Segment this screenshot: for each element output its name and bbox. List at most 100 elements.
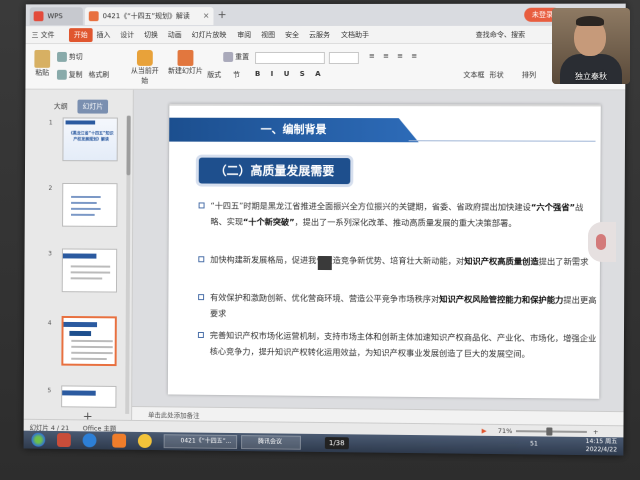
participant-name: 独立秦秋 <box>575 72 607 81</box>
thumb-line <box>70 271 111 274</box>
webcam-person-hair <box>576 16 604 26</box>
thumb-banner <box>62 390 96 396</box>
floating-mic-widget[interactable] <box>588 222 616 262</box>
font-size-select[interactable] <box>328 51 359 65</box>
cut-label: 剪切 <box>68 52 83 61</box>
bullet-4: 完善知识产权市场化运营机制，支持市场主体和创新主体加速知识产权商品化、产业化、市… <box>197 327 597 362</box>
font-family-select[interactable] <box>255 51 325 64</box>
bullet-text: 加快构建新发展格局，促进我省塑造竞争新优势、培育壮大新动能，对 <box>210 254 465 266</box>
menu-animation[interactable]: 动画 <box>168 30 182 40</box>
new-slide-button[interactable]: 新建幻灯片 <box>168 49 204 76</box>
new-tab-button[interactable]: + <box>217 8 226 21</box>
reset-button[interactable]: 重置 <box>223 51 250 62</box>
copy-button[interactable]: 复制 <box>56 69 83 80</box>
menu-doc-assistant[interactable]: 文档助手 <box>341 30 369 40</box>
paragraph-format-group[interactable]: ≡ ≡ ≡ ≡ <box>369 52 420 60</box>
thumb-line <box>71 339 113 343</box>
text-format-group[interactable]: B I U S A <box>255 70 325 78</box>
app-icon[interactable] <box>56 433 71 448</box>
format-painter-button[interactable]: 格式刷 <box>88 70 109 80</box>
menu-transition[interactable]: 切换 <box>144 30 158 40</box>
webcam-overlay[interactable]: 独立秦秋 <box>552 8 630 84</box>
slide-thumbnail-5[interactable] <box>61 385 117 408</box>
shape-button[interactable]: 形状 <box>490 70 504 80</box>
menu-slideshow[interactable]: 幻灯片放映 <box>192 30 227 40</box>
command-search[interactable]: 查找命令、搜索 <box>476 30 526 40</box>
slide-thumbnail-3[interactable] <box>61 248 118 293</box>
layout-label: 版式 <box>207 70 222 79</box>
menu-view[interactable]: 视图 <box>261 30 275 40</box>
textbox-button[interactable]: 文本框 <box>463 70 484 80</box>
zoom-slider-knob[interactable] <box>546 427 553 436</box>
section-title: 一、编制背景 <box>260 122 327 137</box>
format-painter-label: 格式刷 <box>88 70 110 79</box>
play-from-current-button[interactable]: 从当前开始 <box>128 49 162 86</box>
slide-thumbnail-2[interactable] <box>62 182 118 227</box>
thumb-line <box>71 357 107 361</box>
microphone-icon <box>596 234 606 250</box>
slide-thumbnail-4[interactable] <box>61 315 117 367</box>
play-from-current-label: 从当前开始 <box>130 66 159 85</box>
scrollbar-thumb[interactable] <box>126 115 131 176</box>
reset-label: 重置 <box>235 52 250 61</box>
thumbnail-scrollbar[interactable] <box>125 115 131 414</box>
menu-bar: 三 文件 开始 插入 设计 切换 动画 幻灯片放映 审阅 视图 安全 云服务 文… <box>25 25 626 45</box>
system-clock[interactable]: 14:15 周五 2022/4/22 <box>586 438 618 454</box>
slide-thumbnail-1[interactable]: 《黑龙江省“十四五”知识产权发展规划》解读 <box>62 117 118 162</box>
banner-rule <box>408 140 596 142</box>
slide-canvas: 一、编制背景 （二）高质量发展需要 “十四五”时期是黑龙江省推进全面振兴全方位振… <box>132 89 626 412</box>
bullet-text: 完善知识产权市场化运营机制，支持市场主体和创新主体加速知识产权商品化、产业化、市… <box>209 330 597 359</box>
tab-document[interactable]: 0421《“十四五”规划》解读 × <box>84 7 214 26</box>
menu-design[interactable]: 设计 <box>120 30 134 40</box>
arrange-button[interactable]: 排列 <box>522 70 536 80</box>
bullet-text: “十四五”时期是黑龙江省推进全面振兴全方位振兴的关键期，省委、省政府提出加快建设 <box>210 200 531 212</box>
section-button[interactable]: 节 <box>233 70 240 80</box>
slide-top-rule <box>169 103 601 107</box>
menu-cloud[interactable]: 云服务 <box>309 30 330 40</box>
tab-wps-home[interactable]: WPS <box>29 7 83 26</box>
close-icon[interactable]: × <box>203 7 210 25</box>
copy-label: 复制 <box>68 70 83 79</box>
menu-review[interactable]: 审阅 <box>237 30 251 40</box>
screen: WPS 0421《“十四五”规划》解读 × + 未登录 三 文件 开始 插入 设… <box>0 0 640 480</box>
ribbon-toolbar: 粘贴 剪切 复制 格式刷 从当前开始 新建幻灯片 版式 节 重置 B I U S… <box>25 43 626 91</box>
layout-button[interactable]: 版式 <box>207 70 221 80</box>
paste-label: 粘贴 <box>35 68 50 77</box>
app-icon[interactable] <box>137 433 152 449</box>
tray-count: 51 <box>530 440 538 448</box>
cut-button[interactable]: 剪切 <box>57 51 83 62</box>
ie-browser-icon[interactable] <box>82 433 97 448</box>
highlight-text: 知识产权高质量创造 <box>464 255 539 267</box>
paste-button[interactable]: 粘贴 <box>31 49 53 78</box>
taskbar-app-label: 腾讯会议 <box>258 438 282 446</box>
uc-browser-icon[interactable] <box>112 433 127 448</box>
zoom-slider[interactable] <box>515 427 587 436</box>
highlight-text: 知识产权风险管控能力和保护能力 <box>439 293 564 305</box>
notes-placeholder: 单击此处添加备注 <box>147 411 200 420</box>
zoom-in-icon[interactable]: + <box>593 428 599 436</box>
highlight-text: “六个强省” <box>530 201 576 213</box>
bullet-marker <box>197 331 204 339</box>
play-icon[interactable]: ▶ <box>482 427 487 435</box>
menu-file[interactable]: 三 文件 <box>32 30 55 40</box>
menu-security[interactable]: 安全 <box>285 30 299 40</box>
bullet-1: “十四五”时期是黑龙江省推进全面振兴全方位振兴的关键期，省委、省政府提出加快建设… <box>198 198 597 232</box>
tab-outline[interactable]: 大纲 <box>49 100 73 114</box>
taskbar-app-wps[interactable]: 0421《“十四五”... <box>163 434 238 450</box>
section-label: 节 <box>233 70 241 79</box>
tab-wps-label: WPS <box>47 12 63 21</box>
tab-slides[interactable]: 幻灯片 <box>77 99 109 114</box>
start-button-icon[interactable] <box>31 432 46 447</box>
thumb-number: 2 <box>48 184 53 192</box>
bullet-marker <box>198 256 205 263</box>
thumb-line <box>71 195 101 199</box>
taskbar-app-meeting[interactable]: 腾讯会议 <box>241 435 301 450</box>
menu-insert[interactable]: 插入 <box>97 30 111 40</box>
zoom-level: 71% <box>497 426 513 436</box>
new-slide-label: 新建幻灯片 <box>168 66 203 75</box>
menu-start[interactable]: 开始 <box>68 28 93 43</box>
current-slide[interactable]: 一、编制背景 （二）高质量发展需要 “十四五”时期是黑龙江省推进全面振兴全方位振… <box>167 103 601 399</box>
bullet-2: 加快构建新发展格局，促进我省塑造竞争新优势、培育壮大新动能，对知识产权高质量创造… <box>198 251 597 269</box>
bullet-marker <box>198 294 205 301</box>
thumb-line <box>71 201 97 204</box>
